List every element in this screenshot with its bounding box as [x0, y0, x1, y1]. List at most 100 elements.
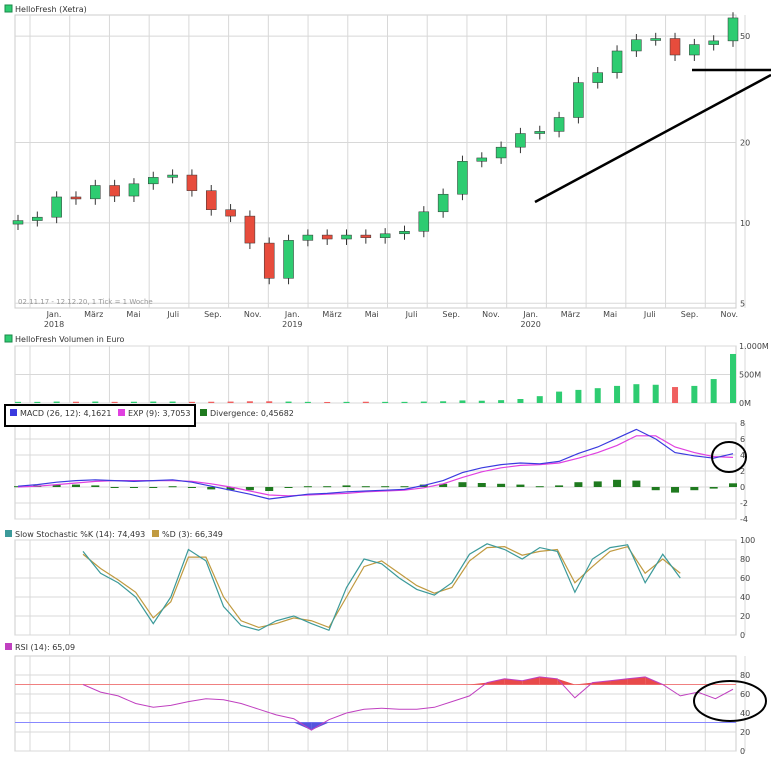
rsi-legend-label: RSI (14): 65,09 [15, 643, 75, 652]
volume-bar [227, 401, 234, 403]
volume-bar [633, 384, 640, 403]
divergence-bar [400, 486, 409, 488]
candle-body [631, 39, 642, 52]
candle-body [669, 38, 681, 56]
divergence-bar [245, 487, 254, 491]
volume-bar [575, 389, 582, 403]
stoch-d-legend-label: %D (3): 66,349 [162, 530, 223, 539]
candle-body [128, 183, 140, 197]
year-label: 2020 [520, 320, 540, 329]
candle-body [727, 17, 739, 42]
candle-body [148, 177, 159, 185]
divergence-bar [265, 487, 274, 491]
stoch-k-line [82, 543, 681, 632]
candle-body [534, 131, 546, 134]
exp-legend-swatch [118, 409, 125, 416]
macd-y-tick: 6 [740, 435, 745, 444]
price-x-tick: Jan. [46, 310, 62, 319]
volume-bar [478, 400, 485, 403]
candle-body [418, 211, 430, 232]
year-label: 2019 [282, 320, 302, 329]
exp-legend-label: EXP (9): 3,7053 [128, 409, 190, 418]
stoch-lines [82, 543, 681, 632]
divergence-bar [91, 485, 100, 487]
rsi-y-tick: 20 [740, 728, 750, 737]
divergence-bar [168, 486, 177, 488]
stoch-y-tick: 40 [740, 593, 750, 602]
volume-bar [208, 401, 215, 403]
volume-bar [285, 401, 292, 403]
price-x-tick: Mai [126, 310, 140, 319]
year-label: 2018 [44, 320, 64, 329]
divergence-bar [690, 487, 699, 491]
divergence-bar [729, 483, 737, 487]
volume-bar [517, 399, 524, 403]
divergence-bar [303, 486, 312, 488]
candle-body [515, 133, 526, 148]
divergence-bar [516, 484, 525, 487]
price-x-tick: Nov. [482, 310, 500, 319]
volume-bar [92, 401, 99, 403]
divergence-bar [574, 482, 583, 487]
volume-bar [730, 353, 736, 403]
volume-bar [459, 400, 466, 403]
volume-bar [420, 401, 427, 403]
divergence-bar [284, 487, 293, 488]
rsi-y-tick: 0 [740, 747, 745, 756]
divergence-bar [555, 485, 564, 487]
candle-body [379, 233, 391, 238]
volume-bar [556, 391, 563, 403]
volume-y-tick: 0M [739, 399, 751, 408]
price-x-tick: Jan. [284, 310, 300, 319]
volume-bar [710, 379, 717, 403]
stoch-y-tick: 20 [740, 612, 750, 621]
rsi-y-tick: 60 [740, 690, 750, 699]
price-y-tick: 10 [740, 219, 750, 228]
rsi-y-tick: 80 [740, 671, 750, 680]
volume-bar [324, 401, 331, 403]
candle-body [12, 220, 24, 225]
rsi-panel: RSI (14): 65,09 80 60 40 20 0 [5, 643, 767, 756]
stoch-d-legend-swatch [152, 530, 159, 537]
candle-body [321, 234, 333, 240]
volume-bar [130, 401, 137, 403]
volume-bar [672, 387, 679, 403]
volume-bar [150, 401, 157, 403]
divergence-bar [458, 482, 467, 487]
price-y-tick: 50 [740, 32, 750, 41]
candle-body [109, 185, 120, 197]
divergence-bar [323, 486, 332, 488]
divergence-legend-label: Divergence: 0,45682 [210, 409, 294, 418]
price-x-tick: März [84, 310, 103, 319]
volume-bar [188, 401, 195, 403]
price-y-tick: 5 [740, 299, 745, 308]
volume-bar [382, 401, 389, 403]
volume-title: HelloFresh Volumen in Euro [15, 335, 125, 344]
divergence-bar [149, 487, 158, 488]
price-x-tick: Juli [643, 310, 656, 319]
candle-body [205, 190, 217, 210]
divergence-bar [497, 483, 506, 487]
volume-bar [614, 385, 621, 403]
volume-bars [15, 353, 736, 403]
volume-y-tick: 500M [739, 371, 761, 380]
candle-body [650, 38, 661, 41]
price-x-tick: Juli [166, 310, 179, 319]
price-x-tick: Sep. [204, 310, 222, 319]
timeframe-note: 02.11.17 - 12.12.20, 1 Tick = 1 Woche [18, 298, 153, 306]
price-title: HelloFresh (Xetra) [15, 5, 87, 14]
candle-body [186, 174, 198, 191]
macd-y-tick: -2 [740, 499, 748, 508]
macd-y-tick: 8 [740, 419, 745, 428]
candle-body [225, 209, 236, 217]
volume-bar [53, 401, 60, 403]
candle-body [476, 157, 488, 162]
stock-chart: HelloFresh (Xetra) 5 10 20 50 02.11.17 - 12… [4, 4, 771, 756]
candle-body [32, 216, 43, 221]
divergence-bar [593, 481, 602, 487]
divergence-bar [651, 487, 660, 491]
volume-bar [169, 401, 176, 403]
macd-y-axis: 86420-2-4 [740, 419, 748, 524]
rsi-frame [14, 655, 737, 752]
rsi-overbought-fill [522, 676, 540, 685]
